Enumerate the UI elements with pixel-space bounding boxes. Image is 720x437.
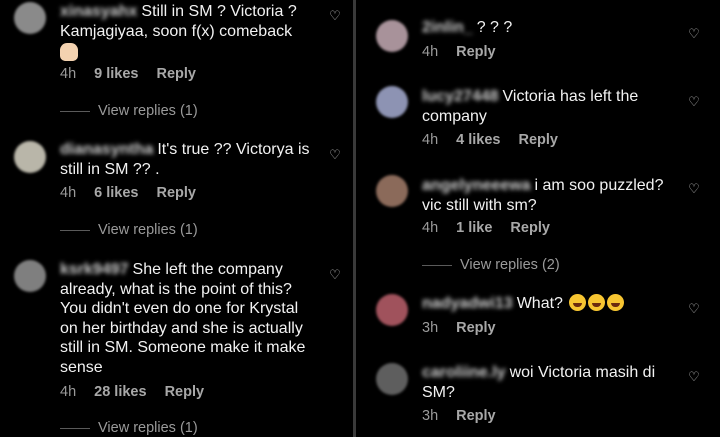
likes-count[interactable]: 1 like: [456, 220, 492, 236]
replies-divider-line: [60, 229, 90, 231]
reply-button[interactable]: Reply: [456, 408, 496, 424]
reply-button[interactable]: Reply: [456, 44, 496, 60]
comment-text: lucy27448 Victoria has left the company: [422, 87, 639, 125]
comments-screenshot: xinasyahx Still in SM ? Victoria ? Kamjag…: [0, 0, 720, 437]
reply-button[interactable]: Reply: [165, 384, 205, 400]
avatar[interactable]: [376, 363, 408, 395]
timestamp: 4h: [422, 132, 439, 148]
heart-icon[interactable]: ♡: [687, 182, 701, 196]
likes-count[interactable]: 4 likes: [456, 132, 500, 148]
avatar[interactable]: [376, 86, 408, 118]
timestamp: 3h: [422, 320, 439, 336]
username[interactable]: dianasyntha: [60, 140, 153, 160]
heart-icon[interactable]: ♡: [328, 268, 342, 282]
avatar[interactable]: [14, 141, 46, 173]
raising-hands-emoji: [60, 43, 78, 61]
heart-icon[interactable]: ♡: [687, 27, 701, 41]
username[interactable]: ksrk9497: [60, 260, 129, 280]
comment-meta: 4h Reply: [422, 44, 514, 60]
timestamp: 4h: [60, 384, 77, 400]
left-comment-panel: xinasyahx Still in SM ? Victoria ? Kamjag…: [0, 0, 353, 437]
comment-text: 2inlin_? ? ?: [422, 18, 513, 38]
comment-text: xinasyahx Still in SM ? Victoria ? Kamjag…: [60, 2, 322, 67]
timestamp: 4h: [422, 220, 439, 236]
heart-icon[interactable]: ♡: [687, 370, 701, 384]
avatar[interactable]: [376, 294, 408, 326]
comment-meta: 3h Reply: [422, 320, 514, 336]
comment-text: caroliine.ly woi Victoria masih di SM?: [422, 363, 656, 401]
comment-meta: 4h 6 likes Reply: [60, 185, 214, 201]
timestamp: 4h: [60, 185, 77, 201]
comment-meta: 4h 4 likes Reply: [422, 132, 576, 148]
heart-icon[interactable]: ♡: [687, 302, 701, 316]
likes-count[interactable]: 9 likes: [94, 66, 138, 82]
likes-count[interactable]: 6 likes: [94, 185, 138, 201]
timestamp: 4h: [422, 44, 439, 60]
avatar[interactable]: [14, 2, 46, 34]
timestamp: 3h: [422, 408, 439, 424]
username[interactable]: nadyadwi13: [422, 294, 513, 314]
view-replies-button[interactable]: View replies (1): [60, 420, 198, 436]
replies-divider-line: [422, 264, 452, 266]
comment-text: dianasyntha It's true ?? Victorya is stil…: [60, 140, 310, 178]
comment-meta: 4h 28 likes Reply: [60, 384, 222, 400]
username[interactable]: 2inlin_: [422, 18, 473, 38]
reply-button[interactable]: Reply: [510, 220, 550, 236]
reply-button[interactable]: Reply: [156, 185, 196, 201]
reply-button[interactable]: Reply: [518, 132, 558, 148]
comment-text: nadyadwi13 What?: [422, 294, 684, 314]
right-comment-panel: 2inlin_? ? ? 4h Reply ♡ lucy27448 Victoria…: [356, 0, 720, 437]
username[interactable]: lucy27448: [422, 87, 499, 107]
username[interactable]: angelyneeewa: [422, 176, 531, 196]
avatar[interactable]: [376, 175, 408, 207]
replies-divider-line: [60, 110, 90, 112]
comment-meta: 4h 9 likes Reply: [60, 66, 214, 82]
timestamp: 4h: [60, 66, 77, 82]
comment-meta: 4h 1 like Reply: [422, 220, 568, 236]
comment-text: ksrk9497 She left the company already, wh…: [60, 260, 306, 376]
tears-of-joy-emoji: [569, 294, 587, 311]
username[interactable]: xinasyahx: [60, 2, 137, 22]
avatar[interactable]: [14, 260, 46, 292]
reply-button[interactable]: Reply: [456, 320, 496, 336]
tears-of-joy-emoji: [607, 294, 625, 311]
view-replies-button[interactable]: View replies (1): [60, 103, 198, 119]
comment-text: angelyneeewa i am soo puzzled? vic still …: [422, 176, 664, 214]
replies-divider-line: [60, 427, 90, 429]
avatar[interactable]: [376, 20, 408, 52]
comment-meta: 3h Reply: [422, 408, 514, 424]
view-replies-button[interactable]: View replies (2): [422, 257, 560, 273]
heart-icon[interactable]: ♡: [328, 9, 342, 23]
heart-icon[interactable]: ♡: [328, 148, 342, 162]
reply-button[interactable]: Reply: [156, 66, 196, 82]
view-replies-button[interactable]: View replies (1): [60, 222, 198, 238]
likes-count[interactable]: 28 likes: [94, 384, 146, 400]
heart-icon[interactable]: ♡: [687, 95, 701, 109]
tears-of-joy-emoji: [588, 294, 606, 311]
username[interactable]: caroliine.ly: [422, 363, 506, 383]
